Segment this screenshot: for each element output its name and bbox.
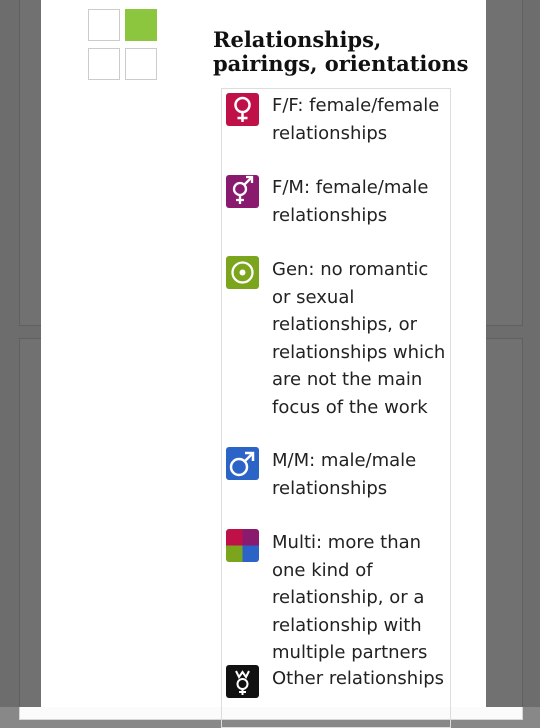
multi-icon [226, 529, 259, 562]
legend-label: F/M: female/male relationships [272, 177, 429, 226]
female-female-icon [226, 93, 259, 126]
male-male-icon [226, 447, 259, 480]
legend-label: M/M: male/male relationships [272, 450, 417, 499]
gen-icon [226, 256, 259, 289]
legend-label: F/F: female/female relationships [272, 95, 440, 144]
logo [88, 9, 160, 81]
female-male-icon [226, 175, 259, 208]
other-icon [226, 665, 259, 698]
legend-label: Gen: no romantic or sexual relationships… [272, 259, 446, 418]
legend-label: Multi: more than one kind of relationshi… [272, 532, 428, 663]
modal-title: Relationships, pairings, orientations [213, 27, 469, 76]
legend-label: Other relationships [272, 668, 445, 689]
relationship-legend: F/F: female/female relationships F/M: fe… [221, 88, 451, 728]
